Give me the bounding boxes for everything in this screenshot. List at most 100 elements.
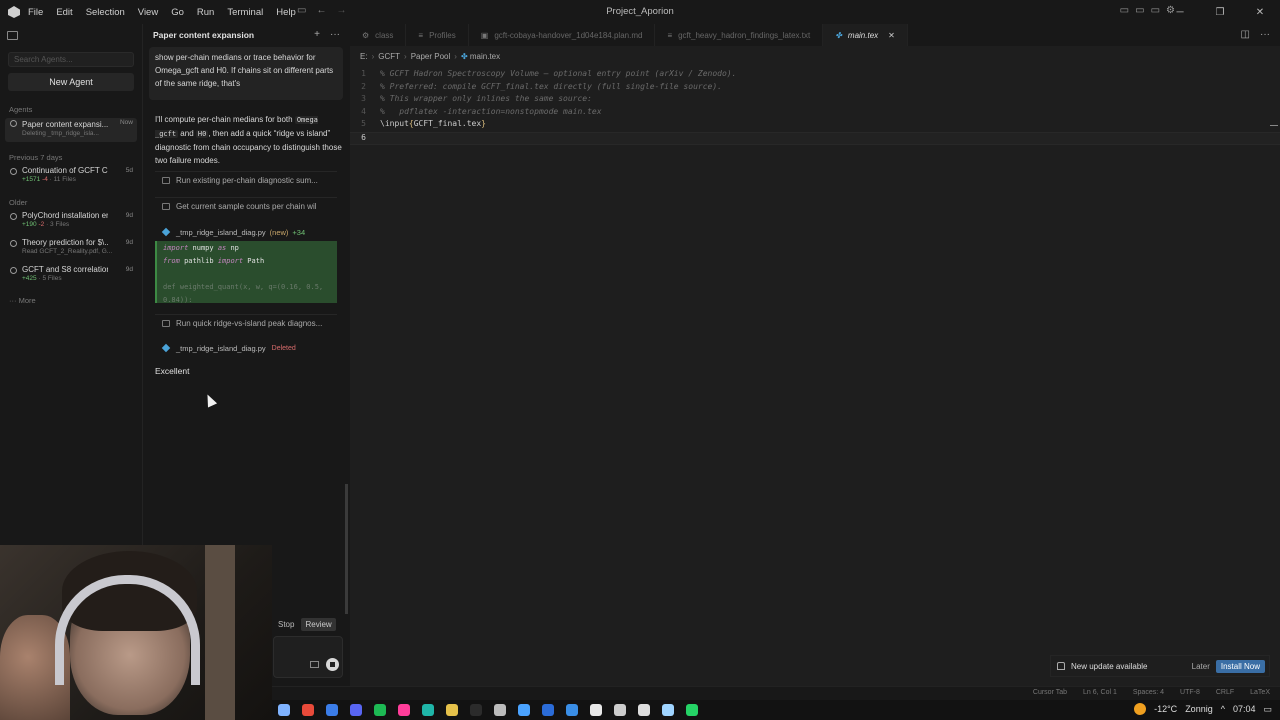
menu-view[interactable]: View [138, 7, 158, 18]
menu-edit[interactable]: Edit [56, 7, 72, 18]
add-chat-icon[interactable]: + [314, 29, 320, 40]
file-edit-new[interactable]: _tmp_ridge_island_diag.py (new) +34 [155, 224, 337, 240]
stop-button[interactable]: Stop [275, 618, 297, 631]
code-line: 2% Preferred: compile GCFT_final.tex dir… [361, 81, 722, 91]
agent-item-continuation[interactable]: Continuation of GCFT Co... +1571 -4 · 11… [5, 166, 137, 188]
menu-selection[interactable]: Selection [86, 7, 125, 18]
install-now-button[interactable]: Install Now [1215, 659, 1265, 673]
tab-main-tex[interactable]: ✤ main.tex ✕ [823, 24, 908, 46]
code-line: 5 \input{GCFT_final.tex} [361, 119, 486, 129]
assistant-status-text: Excellent [155, 366, 190, 376]
close-tab-icon[interactable]: ✕ [888, 31, 895, 40]
python-file-icon [161, 343, 171, 353]
toggle-sidebar-icon[interactable]: ▭ [1120, 5, 1129, 16]
taskbar-app-icon[interactable] [590, 704, 602, 716]
taskbar-app-icon[interactable] [398, 704, 410, 716]
taskbar-app-icon[interactable] [446, 704, 458, 716]
more-agents-link[interactable]: ··· More [9, 296, 36, 305]
chat-icon[interactable]: ▭ [297, 5, 306, 16]
taskbar-app-icon[interactable] [686, 704, 698, 716]
agent-item-polychord[interactable]: PolyChord installation er... +190 -2 · 3… [5, 211, 137, 233]
taskbar-app-icon[interactable] [374, 704, 386, 716]
taskbar-app-icon[interactable] [662, 704, 674, 716]
file-icon: ⚙ [362, 30, 370, 40]
agent-item-theory-prediction[interactable]: Theory prediction for $\... Read GCFT_2_… [5, 238, 137, 260]
clock[interactable]: 07:04 [1233, 704, 1256, 714]
user-message[interactable]: show per-chain medians or trace behavior… [149, 47, 343, 100]
editor-more-icon[interactable]: ··· [1260, 29, 1270, 40]
taskbar-app-icon[interactable] [614, 704, 626, 716]
agent-status-icon [10, 213, 17, 220]
back-arrow-icon[interactable]: ← [316, 5, 326, 16]
menu-run[interactable]: Run [197, 7, 214, 18]
assistant-message: I'll compute per-chain medians for both … [155, 115, 342, 165]
review-button[interactable]: Review [301, 618, 336, 631]
menu-file[interactable]: File [28, 7, 43, 18]
weather-desc[interactable]: Zonnig [1185, 704, 1213, 714]
tab-findings[interactable]: ≡ gcft_heavy_hadron_findings_latex.txt [655, 24, 824, 46]
editor-tabs: ⚙ class ≡ Profiles ▣ gcft-cobaya-handover_1… [350, 24, 1280, 46]
weather-sun-icon[interactable] [1134, 703, 1147, 715]
menu-help[interactable]: Help [276, 7, 296, 18]
menu-go[interactable]: Go [171, 7, 184, 18]
status-encoding[interactable]: UTF-8 [1180, 689, 1200, 696]
section-previous: Previous 7 days [9, 153, 63, 162]
tab-plan[interactable]: ▣ gcft-cobaya-handover_1d04e184.plan.md [469, 24, 656, 46]
status-cursor-tab[interactable]: Cursor Tab [1033, 689, 1067, 696]
forward-arrow-icon[interactable]: → [336, 5, 346, 16]
file-icon: ▣ [480, 30, 489, 40]
stop-generation-icon[interactable] [326, 658, 339, 671]
close-window-button[interactable]: ✕ [1240, 0, 1280, 24]
toggle-secondary-icon[interactable]: ▭ [1151, 5, 1160, 16]
breadcrumb: E: › GCFT › Paper Pool › ✤ main.tex [360, 52, 501, 61]
chat-title: Paper content expansion [153, 30, 255, 40]
section-older: Older [9, 198, 28, 207]
new-agent-button[interactable]: New Agent [8, 73, 134, 91]
taskbar-app-icon[interactable] [422, 704, 434, 716]
taskbar-app-icon[interactable] [542, 704, 554, 716]
taskbar-app-icon[interactable] [278, 704, 290, 716]
code-line: 4% pdflatex -interaction=nonstopmode mai… [361, 106, 602, 116]
search-agents-input[interactable]: Search Agents... [8, 52, 134, 67]
editor-area: ⚙ class ≡ Profiles ▣ gcft-cobaya-handover_1… [350, 24, 1280, 686]
taskbar-app-icon[interactable] [566, 704, 578, 716]
taskbar-app-icon[interactable] [326, 704, 338, 716]
later-button[interactable]: Later [1192, 662, 1210, 671]
tool-call-sample-counts[interactable]: Get current sample counts per chain wil [155, 197, 337, 215]
agent-item-paper-content[interactable]: Paper content expansi... Deleting _tmp_r… [5, 118, 137, 142]
tab-class[interactable]: ⚙ class [350, 24, 407, 46]
split-editor-icon[interactable]: ◫ [1241, 29, 1250, 40]
notifications-icon[interactable]: ▭ [1263, 704, 1272, 715]
menu-terminal[interactable]: Terminal [227, 7, 263, 18]
taskbar-app-icon[interactable] [518, 704, 530, 716]
code-editor[interactable]: 1% GCFT Hadron Spectroscopy Volume — opt… [350, 69, 1280, 145]
chat-scrollbar[interactable] [345, 484, 348, 614]
tex-file-icon: ✤ [460, 52, 468, 61]
tray-chevron-icon[interactable]: ^ [1221, 704, 1225, 714]
more-options-icon[interactable]: ··· [330, 29, 340, 40]
taskbar-app-icon[interactable] [494, 704, 506, 716]
status-eol[interactable]: CRLF [1216, 689, 1234, 696]
tab-profiles[interactable]: ≡ Profiles [406, 24, 469, 46]
taskbar-app-icon[interactable] [350, 704, 362, 716]
weather-temp[interactable]: -12°C [1154, 704, 1177, 714]
maximize-button[interactable]: ❐ [1200, 0, 1240, 24]
taskbar-app-icon[interactable] [470, 704, 482, 716]
status-language[interactable]: LaTeX [1250, 689, 1270, 696]
taskbar-app-icon[interactable] [302, 704, 314, 716]
tool-call-run-diagnostic[interactable]: Run existing per-chain diagnostic sum... [155, 171, 337, 189]
code-line: 1% GCFT Hadron Spectroscopy Volume — opt… [361, 69, 737, 78]
chat-input[interactable] [273, 636, 343, 678]
minimize-button[interactable]: ─ [1160, 0, 1200, 24]
status-position[interactable]: Ln 6, Col 1 [1083, 689, 1117, 696]
terminal-icon [162, 177, 170, 184]
file-edit-deleted[interactable]: _tmp_ridge_island_diag.py Deleted [155, 340, 337, 356]
status-indent[interactable]: Spaces: 4 [1133, 689, 1164, 696]
minimap-indicator[interactable] [1270, 125, 1278, 126]
toggle-panel-icon[interactable]: ▭ [1135, 5, 1144, 16]
image-attach-icon[interactable] [310, 661, 319, 668]
taskbar-app-icon[interactable] [638, 704, 650, 716]
tool-call-ridge-island[interactable]: Run quick ridge-vs-island peak diagnos..… [155, 314, 337, 332]
agent-item-gcft-s8[interactable]: GCFT and S8 correlation ... +425 · 5 Fil… [5, 265, 137, 287]
sidebar-toggle-icon[interactable] [7, 31, 18, 40]
